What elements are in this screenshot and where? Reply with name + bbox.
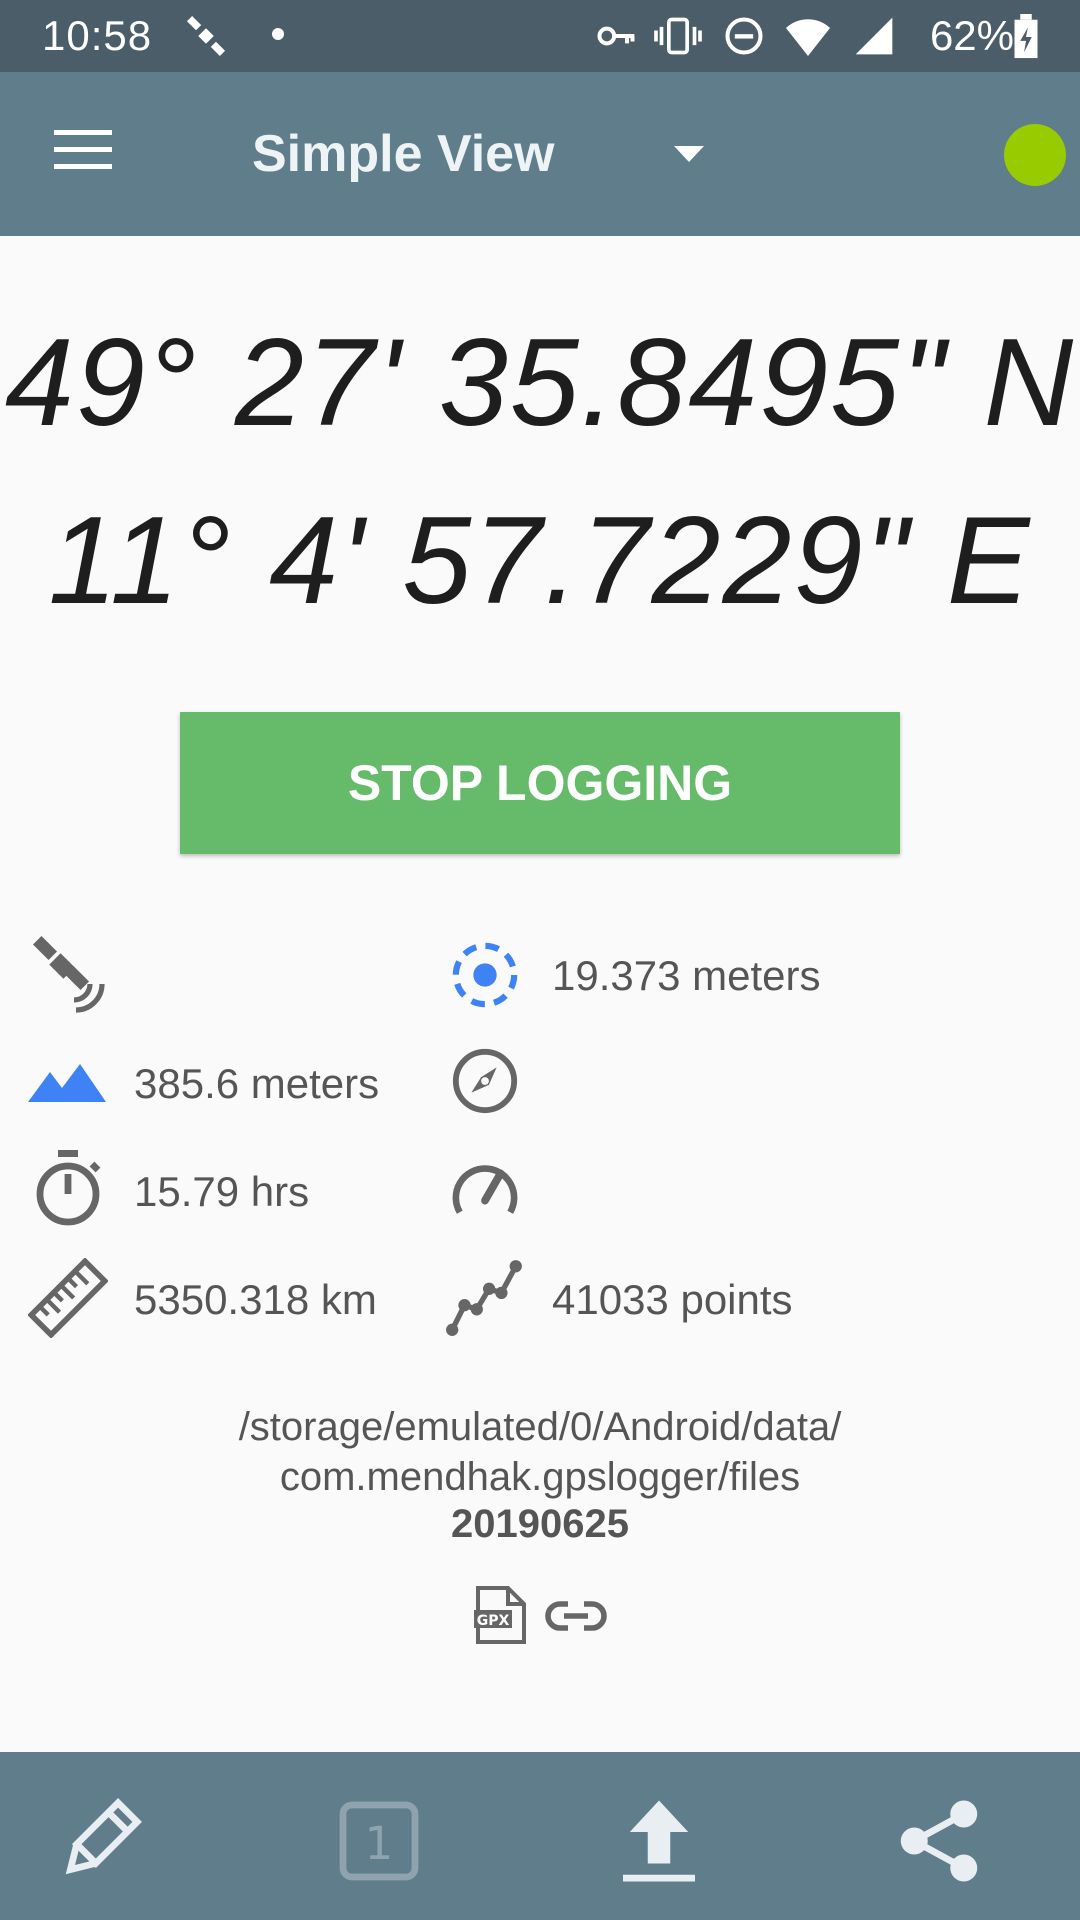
- link-icon: [545, 1601, 607, 1631]
- duration-value: 15.79 hrs: [134, 1168, 310, 1215]
- compass-bearing-icon: [452, 1048, 518, 1114]
- speedometer-icon: [452, 1165, 518, 1214]
- satellite-icon: [186, 16, 226, 56]
- svg-text:GPX: GPX: [477, 1613, 510, 1629]
- accuracy-value: 19.373 meters: [552, 952, 821, 999]
- status-time: 10:58: [42, 12, 153, 59]
- stop-logging-button[interactable]: STOP LOGGING: [180, 712, 900, 854]
- dot-icon: [272, 28, 284, 40]
- menu-icon[interactable]: [54, 128, 112, 172]
- app-bar: Simple View: [0, 72, 1080, 236]
- file-name: 20190625: [451, 1502, 629, 1546]
- vibrate-icon: [654, 17, 702, 55]
- battery-charging-icon: [1014, 14, 1038, 59]
- file-path: /storage/emulated/0/Android/data/ com.me…: [0, 1402, 1080, 1502]
- distance-value: 5350.318 km: [134, 1276, 377, 1323]
- view-selector-title[interactable]: Simple View: [252, 124, 555, 184]
- accuracy-icon: [452, 942, 518, 1008]
- wifi-icon: [786, 19, 830, 56]
- longitude-display: 11° 4' 57.7229" E: [48, 492, 1032, 630]
- upload-icon[interactable]: [614, 1796, 704, 1886]
- status-bar: 10:58 62%: [0, 0, 1080, 72]
- latitude-display: 49° 27' 35.8495" N: [4, 314, 1076, 452]
- logging-status-indicator: [1004, 124, 1066, 186]
- signal-icon: [855, 17, 893, 55]
- dropdown-arrow-icon[interactable]: [672, 144, 706, 164]
- gpx-file-icon: GPX: [474, 1586, 526, 1644]
- share-icon[interactable]: [894, 1796, 984, 1886]
- ruler-distance-icon: [28, 1258, 108, 1338]
- battery-percent: 62%: [929, 12, 1014, 59]
- track-points-icon: [446, 1260, 522, 1336]
- do-not-disturb-icon: [725, 17, 763, 55]
- points-value: 41033 points: [552, 1276, 793, 1323]
- vpn-key-icon: [597, 26, 635, 46]
- stopwatch-icon: [36, 1150, 101, 1226]
- altitude-value: 385.6 meters: [134, 1060, 380, 1107]
- pencil-icon[interactable]: [54, 1796, 144, 1886]
- svg-text:1: 1: [365, 1817, 394, 1870]
- bottom-toolbar: 1: [0, 1752, 1080, 1920]
- file-path-line1: /storage/emulated/0/Android/data/: [238, 1405, 842, 1449]
- altitude-mountain-icon: [28, 1064, 106, 1102]
- satellite-signal-icon: [32, 935, 105, 1013]
- one-point-icon[interactable]: 1: [334, 1796, 424, 1886]
- file-path-line2: com.mendhak.gpslogger/files: [279, 1455, 801, 1499]
